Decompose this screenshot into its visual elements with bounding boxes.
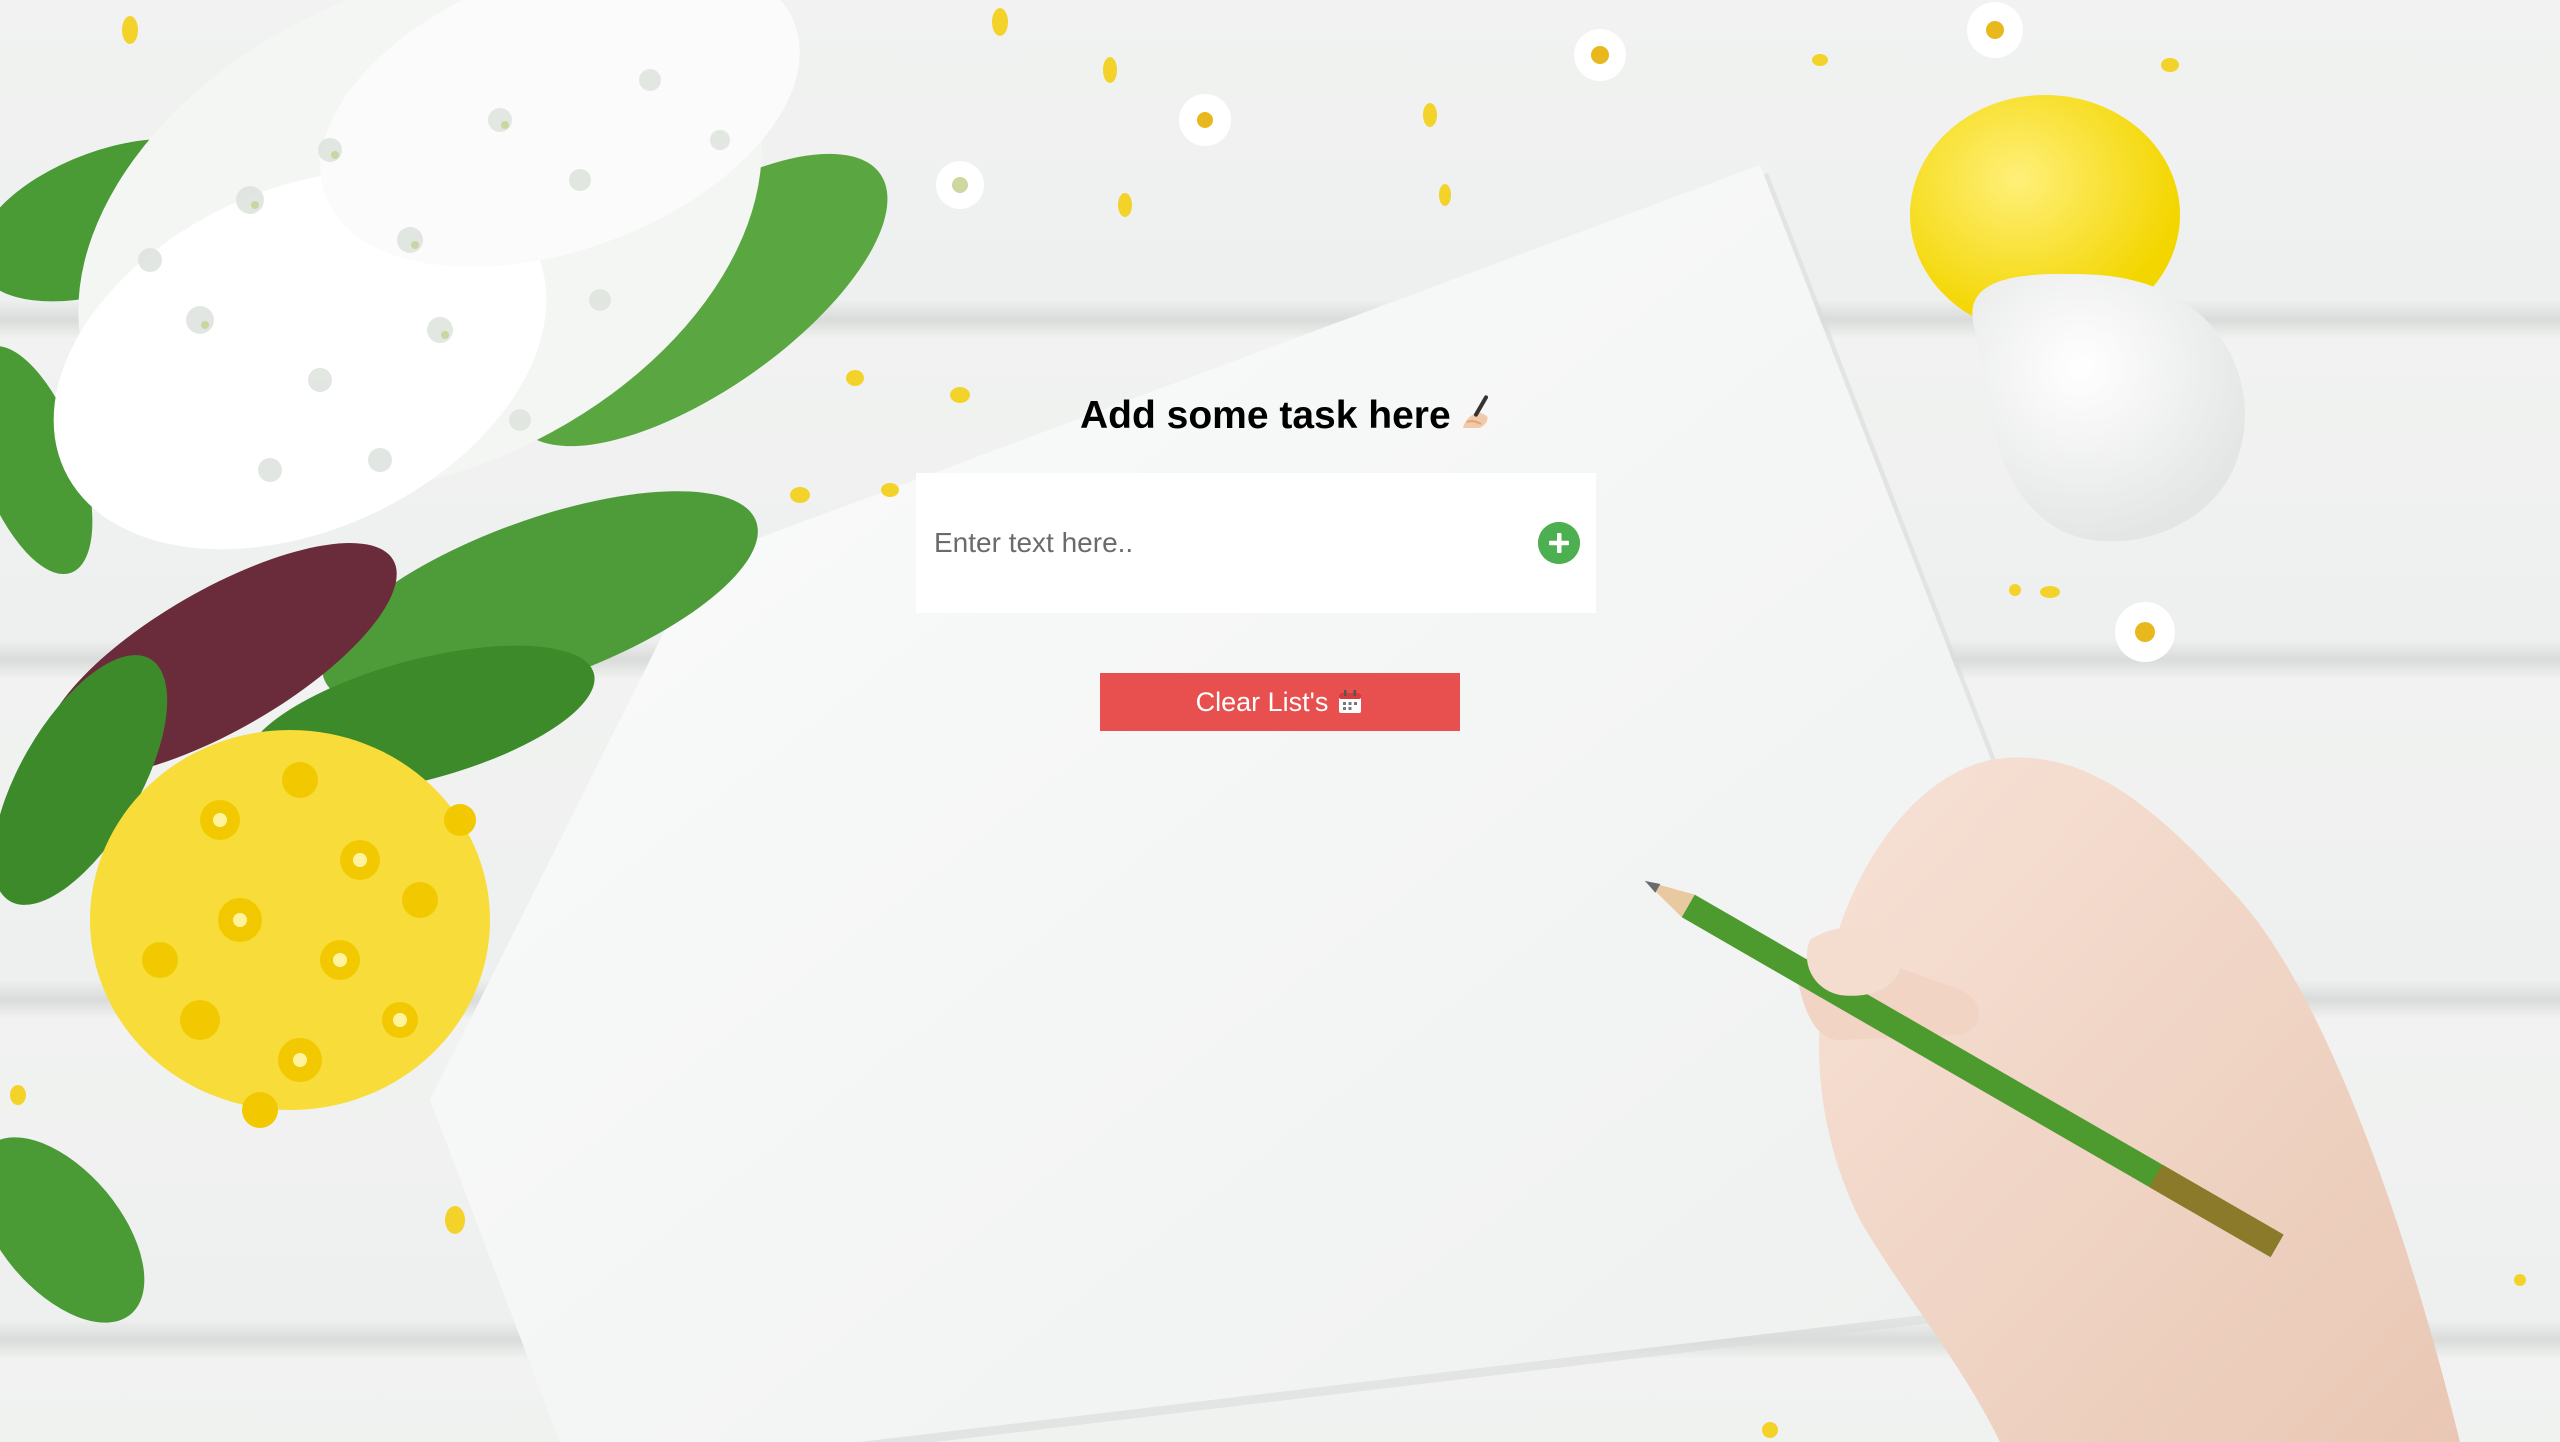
todo-app: Add some task here Clear List's xyxy=(0,0,2560,1442)
page-title-text: Add some task here xyxy=(1080,394,1451,437)
page-title: Add some task here xyxy=(1080,392,1520,438)
task-input[interactable] xyxy=(934,513,1494,573)
add-task-button[interactable] xyxy=(1538,522,1580,564)
plus-circle-icon xyxy=(1538,522,1580,564)
writing-hand-icon xyxy=(1459,392,1499,432)
calendar-icon xyxy=(1336,688,1364,716)
clear-list-label: Clear List's xyxy=(1195,686,1329,717)
clear-list-button[interactable]: Clear List's xyxy=(1100,673,1460,731)
task-input-card xyxy=(916,473,1596,613)
